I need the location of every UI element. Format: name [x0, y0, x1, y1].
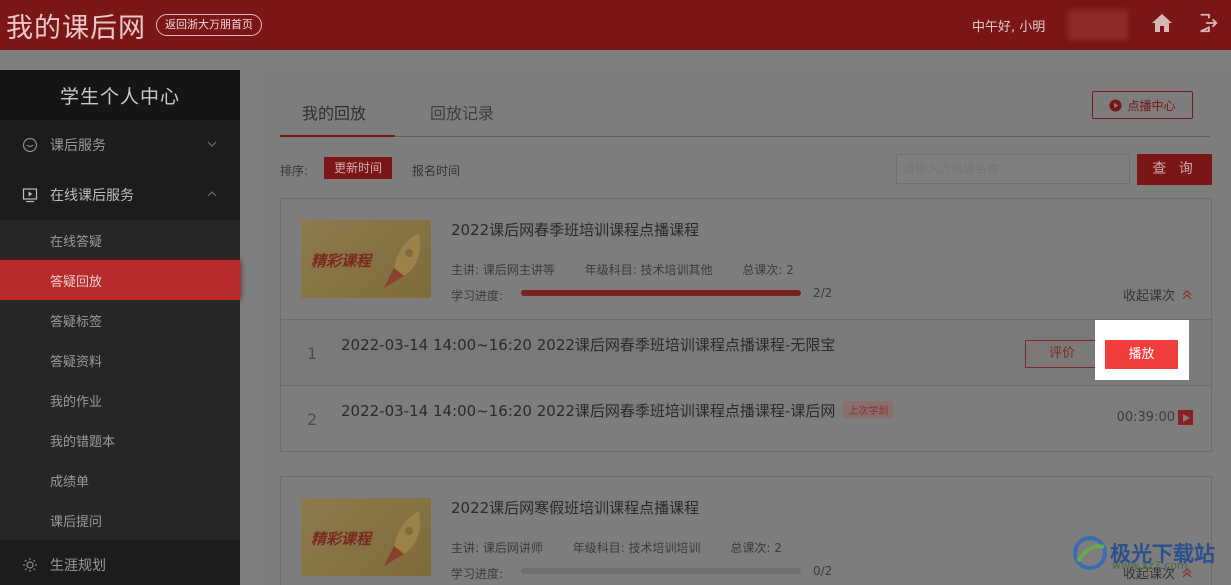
sidebar-group-label: 在线课后服务	[50, 188, 134, 204]
home-icon[interactable]	[1150, 11, 1174, 35]
play-circle-icon	[1109, 98, 1123, 112]
sidebar-item-online-qa[interactable]: 在线答疑	[0, 220, 240, 260]
site-logo[interactable]: 我的课后网	[6, 6, 146, 45]
course-title: 2022课后网寒假班培训课程点播课程	[451, 499, 700, 517]
last-watched-badge: 上次学到	[843, 401, 894, 418]
sort-enroll-time[interactable]: 报名时间	[412, 162, 460, 179]
play-icon	[22, 188, 38, 203]
lesson-title-wrap: 2022-03-14 14:00~16:20 2022课后网春季班培训课程点播课…	[341, 400, 894, 421]
sidebar-item-qa-tags[interactable]: 答疑标签	[0, 300, 240, 340]
collapse-lessons-button[interactable]: 收起课次	[1123, 285, 1193, 304]
chevron-up-icon	[207, 191, 217, 197]
course-thumbnail[interactable]: 精彩课程	[301, 220, 431, 298]
lesson-number: 2	[307, 410, 318, 429]
sidebar-group-after-school[interactable]: 课后服务	[0, 120, 240, 170]
course-subject: 年级科目: 技术培训培训	[572, 541, 701, 555]
thumbnail-text: 精彩课程	[311, 530, 372, 548]
course-total: 总课次: 2	[730, 541, 782, 555]
sort-update-time[interactable]: 更新时间	[324, 157, 392, 179]
sidebar-group-career[interactable]: 生涯规划	[0, 540, 240, 585]
progress-fill	[521, 290, 801, 296]
tab-replay-history[interactable]: 回放记录	[430, 100, 494, 124]
search-input[interactable]	[896, 154, 1130, 184]
watermark-sub: www.xz7.com	[1112, 559, 1188, 572]
sidebar-item-qa-replay[interactable]: 答疑回放	[0, 260, 240, 300]
course-meta: 主讲: 课后网主讲等 年级科目: 技术培训其他 总课次: 2	[451, 261, 820, 278]
sidebar-item-grades[interactable]: 成绩单	[0, 460, 240, 500]
course-thumbnail[interactable]: 精彩课程	[301, 498, 431, 576]
play-highlight: 播放	[1095, 320, 1189, 380]
sidebar-title: 学生个人中心	[0, 70, 240, 120]
watermark-logo: 极光下载站 www.xz7.com	[1070, 533, 1215, 573]
course-title: 2022课后网春季班培训课程点播课程	[451, 221, 700, 239]
greeting-text: 中午好, 小明	[972, 20, 1046, 35]
back-home-link[interactable]: 返回浙大万朋首页	[156, 14, 262, 36]
course-header: 精彩课程 2022课后网春季班培训课程点播课程 主讲: 课后网主讲等 年级科目:…	[281, 199, 1211, 319]
course-teacher: 主讲: 课后网主讲等	[451, 263, 555, 277]
vod-center-button[interactable]: 点播中心	[1092, 91, 1193, 119]
main-panel: 我的回放 回放记录 点播中心 排序: 更新时间 报名时间 查 询 精彩课程 20…	[258, 70, 1231, 585]
sidebar-item-questions[interactable]: 课后提问	[0, 500, 240, 540]
sidebar-group-label: 课后服务	[50, 138, 106, 154]
rocket-icon	[384, 233, 420, 288]
duration-text: 00:39:00	[1116, 410, 1175, 425]
progress-count: 2/2	[813, 286, 833, 300]
thumbnail-text: 精彩课程	[311, 252, 372, 270]
progress-bar	[521, 568, 801, 574]
sidebar: 学生个人中心 课后服务 在线课后服务 在线答疑 答疑回放 答疑标签 答疑资料 我…	[0, 70, 240, 585]
rate-button[interactable]: 评价	[1025, 340, 1099, 368]
blurred-username	[1068, 10, 1128, 40]
lesson-title: 2022-03-14 14:00~16:20 2022课后网春季班培训课程点播课…	[341, 402, 836, 420]
progress-label: 学习进度:	[451, 567, 504, 581]
sidebar-item-mistakes[interactable]: 我的错题本	[0, 420, 240, 460]
course-subject: 年级科目: 技术培训其他	[584, 263, 713, 277]
course-card: 精彩课程 2022课后网春季班培训课程点播课程 主讲: 课后网主讲等 年级科目:…	[280, 198, 1212, 452]
top-bar: 我的课后网 返回浙大万朋首页 中午好, 小明	[0, 0, 1231, 50]
sun-icon	[23, 558, 37, 572]
progress-bar	[521, 290, 801, 296]
course-total: 总课次: 2	[742, 263, 794, 277]
double-chevron-up-icon	[1182, 289, 1192, 299]
course-meta: 主讲: 课后网讲师 年级科目: 技术培训培训 总课次: 2	[451, 539, 808, 556]
lesson-number: 1	[307, 344, 318, 363]
course-teacher: 主讲: 课后网讲师	[451, 541, 543, 555]
sidebar-item-qa-materials[interactable]: 答疑资料	[0, 340, 240, 380]
watermark-icon	[1073, 536, 1107, 570]
progress-label: 学习进度:	[451, 289, 504, 303]
tab-active-indicator	[280, 135, 395, 137]
search-button[interactable]: 查 询	[1137, 154, 1212, 185]
tab-divider	[280, 136, 1210, 137]
vod-center-label: 点播中心	[1127, 98, 1176, 113]
lesson-row: 2 2022-03-14 14:00~16:20 2022课后网春季班培训课程点…	[281, 385, 1211, 451]
logout-icon[interactable]	[1197, 12, 1219, 34]
progress-count: 0/2	[813, 564, 833, 578]
sort-label: 排序:	[280, 164, 309, 178]
rocket-icon	[384, 511, 420, 566]
collapse-label: 收起课次	[1122, 289, 1175, 304]
chevron-down-icon	[207, 141, 217, 147]
lesson-row: 1 2022-03-14 14:00~16:20 2022课后网春季班培训课程点…	[281, 319, 1211, 385]
sidebar-item-homework[interactable]: 我的作业	[0, 380, 240, 420]
lesson-duration[interactable]: 00:39:00	[1117, 410, 1193, 425]
sidebar-group-online[interactable]: 在线课后服务	[0, 170, 240, 220]
play-button[interactable]: 播放	[1105, 340, 1178, 369]
play-small-icon	[1178, 410, 1193, 425]
lesson-title: 2022-03-14 14:00~16:20 2022课后网春季班培训课程点播课…	[341, 336, 836, 354]
tab-my-replay[interactable]: 我的回放	[302, 100, 366, 124]
chat-icon	[22, 137, 38, 153]
sidebar-group-label: 生涯规划	[50, 558, 106, 574]
